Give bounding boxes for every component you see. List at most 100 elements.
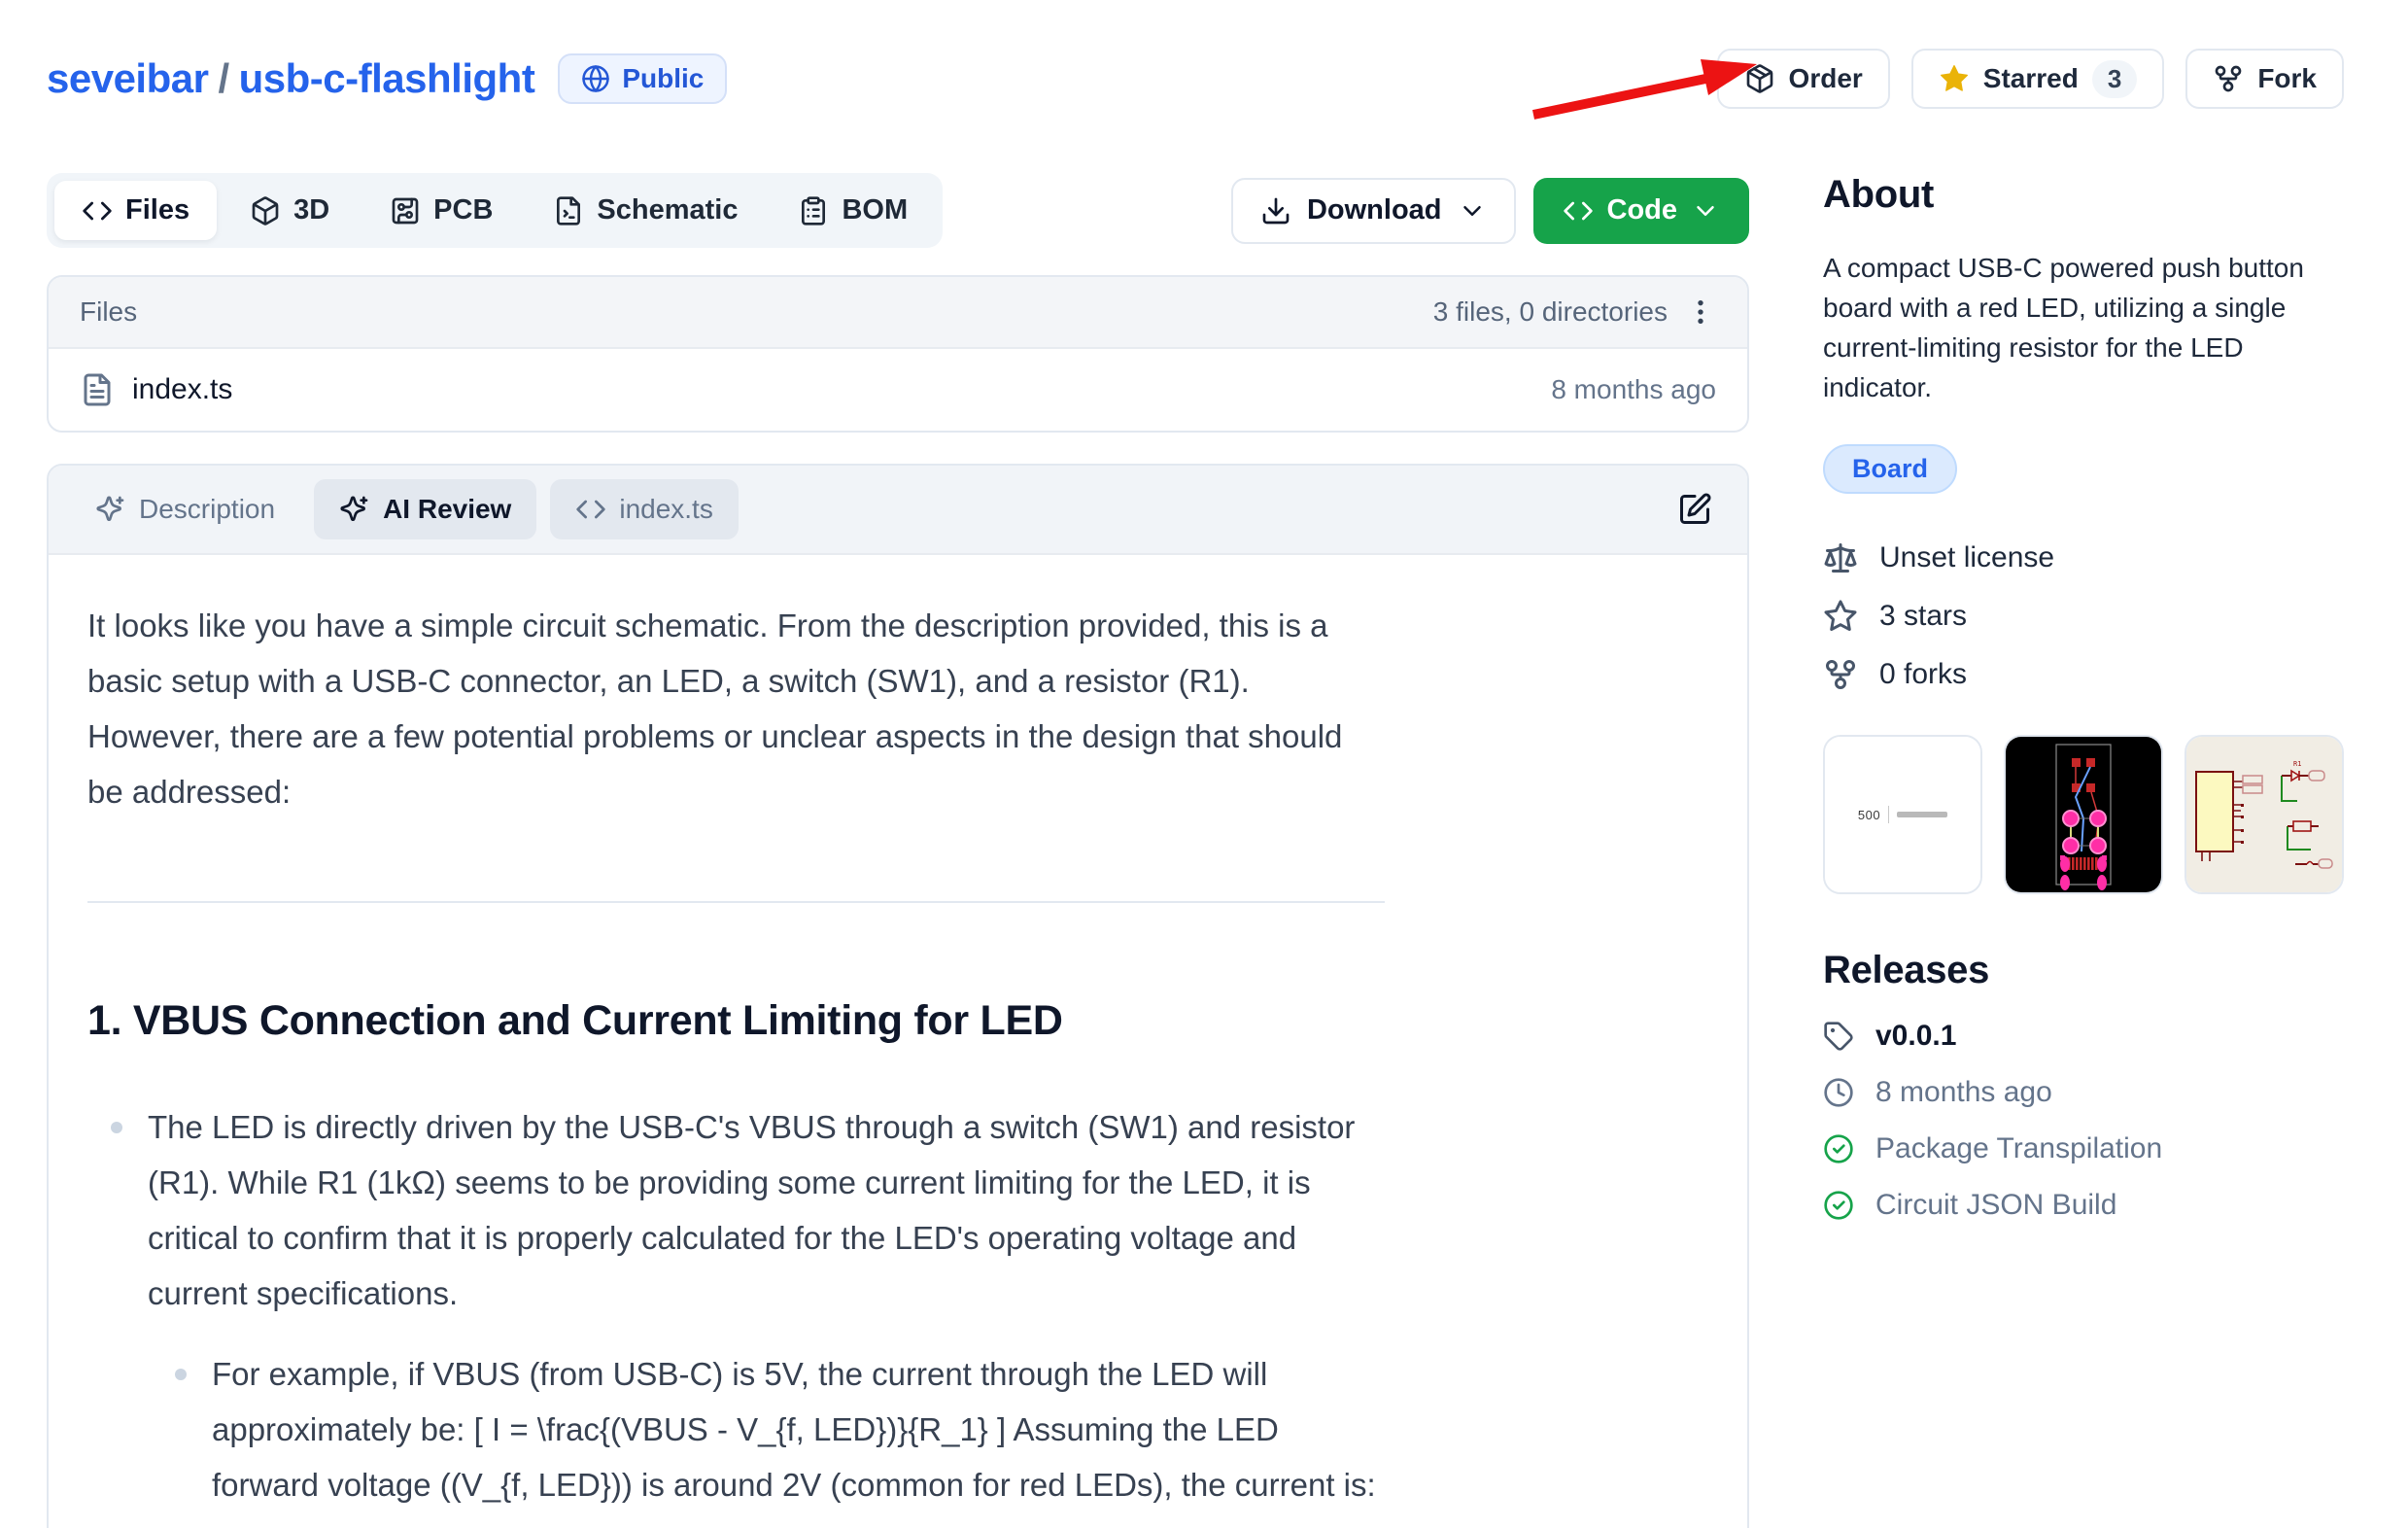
order-label: Order <box>1789 63 1863 94</box>
scale-icon <box>1823 540 1858 575</box>
intro-paragraph: It looks like you have a simple circuit … <box>87 598 1385 819</box>
sidebar: About A compact USB-C powered push butto… <box>1823 173 2344 1222</box>
tab-index-ts[interactable]: index.ts <box>550 479 739 539</box>
download-button[interactable]: Download <box>1231 178 1516 244</box>
chevron-down-icon <box>1691 196 1720 226</box>
list-item: The LED is directly driven by the USB-C'… <box>148 1099 1385 1528</box>
download-icon <box>1260 195 1291 226</box>
check-circle-icon <box>1823 1190 1854 1221</box>
tab-schematic[interactable]: Schematic <box>526 181 765 240</box>
schematic-preview-image: R1 <box>2186 737 2342 892</box>
sparkles-icon <box>95 494 126 525</box>
section-heading: 1. VBUS Connection and Current Limiting … <box>87 996 1708 1045</box>
package-icon <box>1744 63 1775 94</box>
code-icon <box>1563 195 1594 226</box>
header-actions: Order Starred 3 Fork <box>1717 49 2344 109</box>
code-button[interactable]: Code <box>1533 178 1750 244</box>
circuit-board-icon <box>390 195 421 226</box>
thumbnail-schematic-preview[interactable]: R1 <box>2184 735 2344 894</box>
order-button[interactable]: Order <box>1717 49 1890 109</box>
tab-pcb[interactable]: PCB <box>362 181 520 240</box>
preview-thumbnails: 500 <box>1823 735 2344 894</box>
review-card: Description AI Review index.ts It looks … <box>47 464 1749 1528</box>
cube-icon <box>250 195 281 226</box>
release-date: 8 months ago <box>1823 1076 2344 1109</box>
file-row[interactable]: index.ts 8 months ago <box>49 349 1747 431</box>
thumbnail-pcb-preview[interactable] <box>2004 735 2163 894</box>
sparkles-icon <box>339 494 370 525</box>
star-count-badge: 3 <box>2092 60 2137 98</box>
tab-ai-review[interactable]: AI Review <box>314 479 536 539</box>
tab-description[interactable]: Description <box>70 479 300 539</box>
view-toolbar: Files 3D PCB Schematic BOM <box>47 173 1749 248</box>
tab-3d[interactable]: 3D <box>223 181 357 240</box>
file-terminal-icon <box>553 195 584 226</box>
check-circuit-json-build: Circuit JSON Build <box>1823 1189 2344 1222</box>
file-updated: 8 months ago <box>1551 374 1716 405</box>
star-icon <box>1939 63 1970 94</box>
forks-item: 0 forks <box>1823 657 2344 692</box>
content-divider <box>87 901 1385 903</box>
chevron-down-icon <box>1458 196 1487 226</box>
tag-board[interactable]: Board <box>1823 444 1957 494</box>
visibility-label: Public <box>622 63 704 94</box>
kebab-menu-icon <box>1685 296 1716 328</box>
thumbnail-3d-preview[interactable]: 500 <box>1823 735 1982 894</box>
edit-icon <box>1677 492 1712 527</box>
releases-list: v0.0.1 8 months ago Package Transpilatio… <box>1823 1020 2344 1222</box>
files-menu-button[interactable] <box>1685 296 1716 328</box>
files-title: Files <box>80 296 137 328</box>
review-card-header: Description AI Review index.ts <box>49 466 1747 555</box>
files-card-header: Files 3 files, 0 directories <box>49 277 1747 349</box>
star-outline-icon <box>1823 599 1858 634</box>
fork-button[interactable]: Fork <box>2185 49 2344 109</box>
license-item: Unset license <box>1823 540 2344 575</box>
svg-text:R1: R1 <box>2293 760 2301 768</box>
check-package-transpilation: Package Transpilation <box>1823 1132 2344 1165</box>
edit-button[interactable] <box>1664 486 1726 533</box>
repo-meta-list: Unset license 3 stars 0 forks <box>1823 540 2344 692</box>
check-circle-icon <box>1823 1133 1854 1164</box>
release-version[interactable]: v0.0.1 <box>1823 1020 2344 1053</box>
code-icon <box>82 195 113 226</box>
git-fork-icon <box>2213 63 2244 94</box>
files-summary: 3 files, 0 directories <box>1433 296 1668 328</box>
owner-link[interactable]: seveibar <box>47 55 208 101</box>
releases-heading: Releases <box>1823 949 2344 992</box>
toolbar-actions: Download Code <box>1231 178 1749 244</box>
about-heading: About <box>1823 173 2344 217</box>
bullet-list: The LED is directly driven by the USB-C'… <box>87 1099 1385 1528</box>
clock-icon <box>1823 1077 1854 1108</box>
code-icon <box>575 494 606 525</box>
breadcrumb-separator: / <box>208 55 238 101</box>
license-label: Unset license <box>1879 541 2054 574</box>
repo-name: seveibar/usb-c-flashlight <box>47 55 534 102</box>
about-description: A compact USB-C powered push button boar… <box>1823 248 2344 407</box>
tab-bom[interactable]: BOM <box>771 181 935 240</box>
breadcrumb: seveibar/usb-c-flashlight Public <box>47 53 727 104</box>
stars-item: 3 stars <box>1823 599 2344 634</box>
fork-label: Fork <box>2257 63 2317 94</box>
forks-label: 0 forks <box>1879 658 1967 691</box>
tag-icon <box>1823 1021 1854 1052</box>
visibility-badge: Public <box>558 53 727 104</box>
git-fork-icon <box>1823 657 1858 692</box>
list-item: For example, if VBUS (from USB-C) is 5V,… <box>212 1346 1385 1528</box>
repo-link[interactable]: usb-c-flashlight <box>239 55 535 101</box>
view-tab-bar: Files 3D PCB Schematic BOM <box>47 173 943 248</box>
files-card: Files 3 files, 0 directories index.ts 8 … <box>47 275 1749 433</box>
stars-label: 3 stars <box>1879 600 1967 633</box>
starred-label: Starred <box>1983 63 2079 94</box>
left-column: Files 3D PCB Schematic BOM <box>47 173 1749 1528</box>
tab-files[interactable]: Files <box>54 181 217 240</box>
main-content: Files 3D PCB Schematic BOM <box>0 173 2408 1528</box>
file-name: index.ts <box>132 373 232 406</box>
error-code-label: 500 <box>1858 808 1880 822</box>
pcb-preview-image <box>2006 737 2161 892</box>
globe-icon <box>581 64 610 93</box>
repo-header: seveibar/usb-c-flashlight Public Order S… <box>0 0 2408 128</box>
nested-bullet-list: For example, if VBUS (from USB-C) is 5V,… <box>148 1346 1385 1528</box>
starred-button[interactable]: Starred 3 <box>1911 49 2165 109</box>
divider <box>1888 806 1889 823</box>
ai-review-content: It looks like you have a simple circuit … <box>49 555 1747 1528</box>
